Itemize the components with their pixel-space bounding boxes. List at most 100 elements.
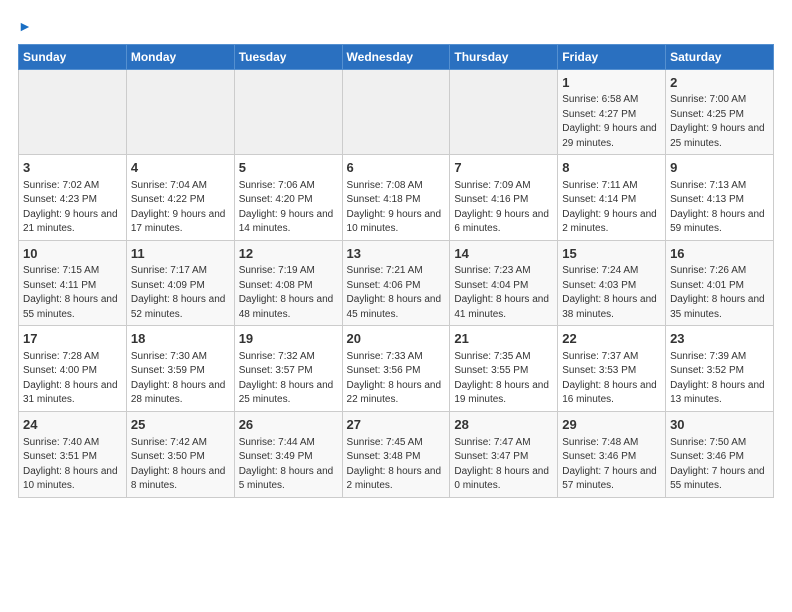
day-number: 16: [670, 245, 769, 263]
day-number: 21: [454, 330, 553, 348]
day-number: 4: [131, 159, 230, 177]
calendar-cell: 11 Sunrise: 7:17 AM Sunset: 4:09 PM Dayli…: [126, 240, 234, 326]
day-number: 6: [347, 159, 446, 177]
calendar-cell: 20 Sunrise: 7:33 AM Sunset: 3:56 PM Dayli…: [342, 326, 450, 412]
header-day-tuesday: Tuesday: [234, 44, 342, 69]
day-info: Sunrise: 7:30 AM Sunset: 3:59 PM Dayligh…: [131, 351, 226, 406]
day-number: 26: [239, 416, 338, 434]
day-number: 17: [23, 330, 122, 348]
calendar-cell: [19, 69, 127, 155]
day-number: 13: [347, 245, 446, 263]
header-day-friday: Friday: [558, 44, 666, 69]
day-info: Sunrise: 7:15 AM Sunset: 4:11 PM Dayligh…: [23, 265, 118, 320]
day-number: 25: [131, 416, 230, 434]
day-info: Sunrise: 7:02 AM Sunset: 4:23 PM Dayligh…: [23, 180, 118, 235]
calendar-cell: 15Sunrise: 7:24 AM Sunset: 4:03 PM Dayli…: [558, 240, 666, 326]
day-number: 19: [239, 330, 338, 348]
day-number: 28: [454, 416, 553, 434]
day-number: 20: [347, 330, 446, 348]
calendar-cell: [126, 69, 234, 155]
day-number: 11: [131, 245, 230, 263]
calendar-cell: 29Sunrise: 7:48 AM Sunset: 3:46 PM Dayli…: [558, 411, 666, 497]
day-info: Sunrise: 7:28 AM Sunset: 4:00 PM Dayligh…: [23, 351, 118, 406]
day-number: 12: [239, 245, 338, 263]
day-number: 1: [562, 74, 661, 92]
day-info: Sunrise: 7:09 AM Sunset: 4:16 PM Dayligh…: [454, 180, 549, 235]
day-number: 22: [562, 330, 661, 348]
day-info: Sunrise: 7:44 AM Sunset: 3:49 PM Dayligh…: [239, 437, 334, 492]
day-info: Sunrise: 7:42 AM Sunset: 3:50 PM Dayligh…: [131, 437, 226, 492]
day-info: Sunrise: 7:32 AM Sunset: 3:57 PM Dayligh…: [239, 351, 334, 406]
calendar-cell: 1 Sunrise: 6:58 AM Sunset: 4:27 PM Daylig…: [558, 69, 666, 155]
calendar-cell: 26 Sunrise: 7:44 AM Sunset: 3:49 PM Dayli…: [234, 411, 342, 497]
header-day-saturday: Saturday: [666, 44, 774, 69]
day-number: 10: [23, 245, 122, 263]
day-info: Sunrise: 7:04 AM Sunset: 4:22 PM Dayligh…: [131, 180, 226, 235]
logo-line1: ►: [18, 16, 32, 36]
day-info: Sunrise: 7:50 AM Sunset: 3:46 PM Dayligh…: [670, 437, 765, 492]
day-info: Sunrise: 7:11 AM Sunset: 4:14 PM Dayligh…: [562, 180, 657, 235]
day-info: Sunrise: 7:06 AM Sunset: 4:20 PM Dayligh…: [239, 180, 334, 235]
day-info: Sunrise: 7:08 AM Sunset: 4:18 PM Dayligh…: [347, 180, 442, 235]
calendar-cell: 19 Sunrise: 7:32 AM Sunset: 3:57 PM Dayli…: [234, 326, 342, 412]
day-info: Sunrise: 7:33 AM Sunset: 3:56 PM Dayligh…: [347, 351, 442, 406]
page: ► SundayMondayTuesdayWednesdayThursdayFr…: [0, 0, 792, 508]
day-info: Sunrise: 7:48 AM Sunset: 3:46 PM Dayligh…: [562, 437, 657, 492]
day-info: Sunrise: 7:19 AM Sunset: 4:08 PM Dayligh…: [239, 265, 334, 320]
day-info: Sunrise: 7:24 AM Sunset: 4:03 PM Dayligh…: [562, 265, 657, 320]
day-number: 23: [670, 330, 769, 348]
day-info: Sunrise: 7:35 AM Sunset: 3:55 PM Dayligh…: [454, 351, 549, 406]
logo: ►: [18, 16, 32, 36]
day-number: 3: [23, 159, 122, 177]
calendar-cell: 9 Sunrise: 7:13 AM Sunset: 4:13 PM Daylig…: [666, 155, 774, 241]
day-info: Sunrise: 7:39 AM Sunset: 3:52 PM Dayligh…: [670, 351, 765, 406]
calendar-cell: 17 Sunrise: 7:28 AM Sunset: 4:00 PM Dayli…: [19, 326, 127, 412]
day-number: 24: [23, 416, 122, 434]
day-info: Sunrise: 6:58 AM Sunset: 4:27 PM Dayligh…: [562, 94, 657, 149]
calendar-cell: 10 Sunrise: 7:15 AM Sunset: 4:11 PM Dayli…: [19, 240, 127, 326]
header-day-thursday: Thursday: [450, 44, 558, 69]
day-info: Sunrise: 7:17 AM Sunset: 4:09 PM Dayligh…: [131, 265, 226, 320]
calendar-cell: 27 Sunrise: 7:45 AM Sunset: 3:48 PM Dayli…: [342, 411, 450, 497]
day-info: Sunrise: 7:37 AM Sunset: 3:53 PM Dayligh…: [562, 351, 657, 406]
header-day-sunday: Sunday: [19, 44, 127, 69]
calendar-cell: 16 Sunrise: 7:26 AM Sunset: 4:01 PM Dayli…: [666, 240, 774, 326]
calendar-cell: 28 Sunrise: 7:47 AM Sunset: 3:47 PM Dayli…: [450, 411, 558, 497]
day-number: 7: [454, 159, 553, 177]
header-day-monday: Monday: [126, 44, 234, 69]
calendar-week-5: 24 Sunrise: 7:40 AM Sunset: 3:51 PM Dayli…: [19, 411, 774, 497]
calendar-cell: 7 Sunrise: 7:09 AM Sunset: 4:16 PM Daylig…: [450, 155, 558, 241]
day-number: 27: [347, 416, 446, 434]
calendar-cell: 25 Sunrise: 7:42 AM Sunset: 3:50 PM Dayli…: [126, 411, 234, 497]
calendar-cell: 5 Sunrise: 7:06 AM Sunset: 4:20 PM Daylig…: [234, 155, 342, 241]
day-number: 14: [454, 245, 553, 263]
calendar-cell: 2 Sunrise: 7:00 AM Sunset: 4:25 PM Daylig…: [666, 69, 774, 155]
calendar-cell: 23 Sunrise: 7:39 AM Sunset: 3:52 PM Dayli…: [666, 326, 774, 412]
day-number: 5: [239, 159, 338, 177]
day-number: 30: [670, 416, 769, 434]
calendar-week-1: 1 Sunrise: 6:58 AM Sunset: 4:27 PM Daylig…: [19, 69, 774, 155]
calendar-cell: 12 Sunrise: 7:19 AM Sunset: 4:08 PM Dayli…: [234, 240, 342, 326]
day-info: Sunrise: 7:26 AM Sunset: 4:01 PM Dayligh…: [670, 265, 765, 320]
calendar-cell: 3 Sunrise: 7:02 AM Sunset: 4:23 PM Daylig…: [19, 155, 127, 241]
calendar-cell: 6 Sunrise: 7:08 AM Sunset: 4:18 PM Daylig…: [342, 155, 450, 241]
calendar-cell: 22 Sunrise: 7:37 AM Sunset: 3:53 PM Dayli…: [558, 326, 666, 412]
day-info: Sunrise: 7:23 AM Sunset: 4:04 PM Dayligh…: [454, 265, 549, 320]
calendar-cell: 24 Sunrise: 7:40 AM Sunset: 3:51 PM Dayli…: [19, 411, 127, 497]
day-info: Sunrise: 7:13 AM Sunset: 4:13 PM Dayligh…: [670, 180, 765, 235]
day-number: 8: [562, 159, 661, 177]
day-info: Sunrise: 7:00 AM Sunset: 4:25 PM Dayligh…: [670, 94, 765, 149]
calendar-cell: [450, 69, 558, 155]
day-info: Sunrise: 7:45 AM Sunset: 3:48 PM Dayligh…: [347, 437, 442, 492]
day-number: 2: [670, 74, 769, 92]
day-info: Sunrise: 7:40 AM Sunset: 3:51 PM Dayligh…: [23, 437, 118, 492]
calendar-week-2: 3 Sunrise: 7:02 AM Sunset: 4:23 PM Daylig…: [19, 155, 774, 241]
day-number: 9: [670, 159, 769, 177]
day-info: Sunrise: 7:47 AM Sunset: 3:47 PM Dayligh…: [454, 437, 549, 492]
calendar-table: SundayMondayTuesdayWednesdayThursdayFrid…: [18, 44, 774, 498]
day-info: Sunrise: 7:21 AM Sunset: 4:06 PM Dayligh…: [347, 265, 442, 320]
calendar-cell: 21 Sunrise: 7:35 AM Sunset: 3:55 PM Dayli…: [450, 326, 558, 412]
calendar-week-4: 17 Sunrise: 7:28 AM Sunset: 4:00 PM Dayli…: [19, 326, 774, 412]
calendar-cell: 18Sunrise: 7:30 AM Sunset: 3:59 PM Dayli…: [126, 326, 234, 412]
header: ►: [18, 16, 774, 36]
